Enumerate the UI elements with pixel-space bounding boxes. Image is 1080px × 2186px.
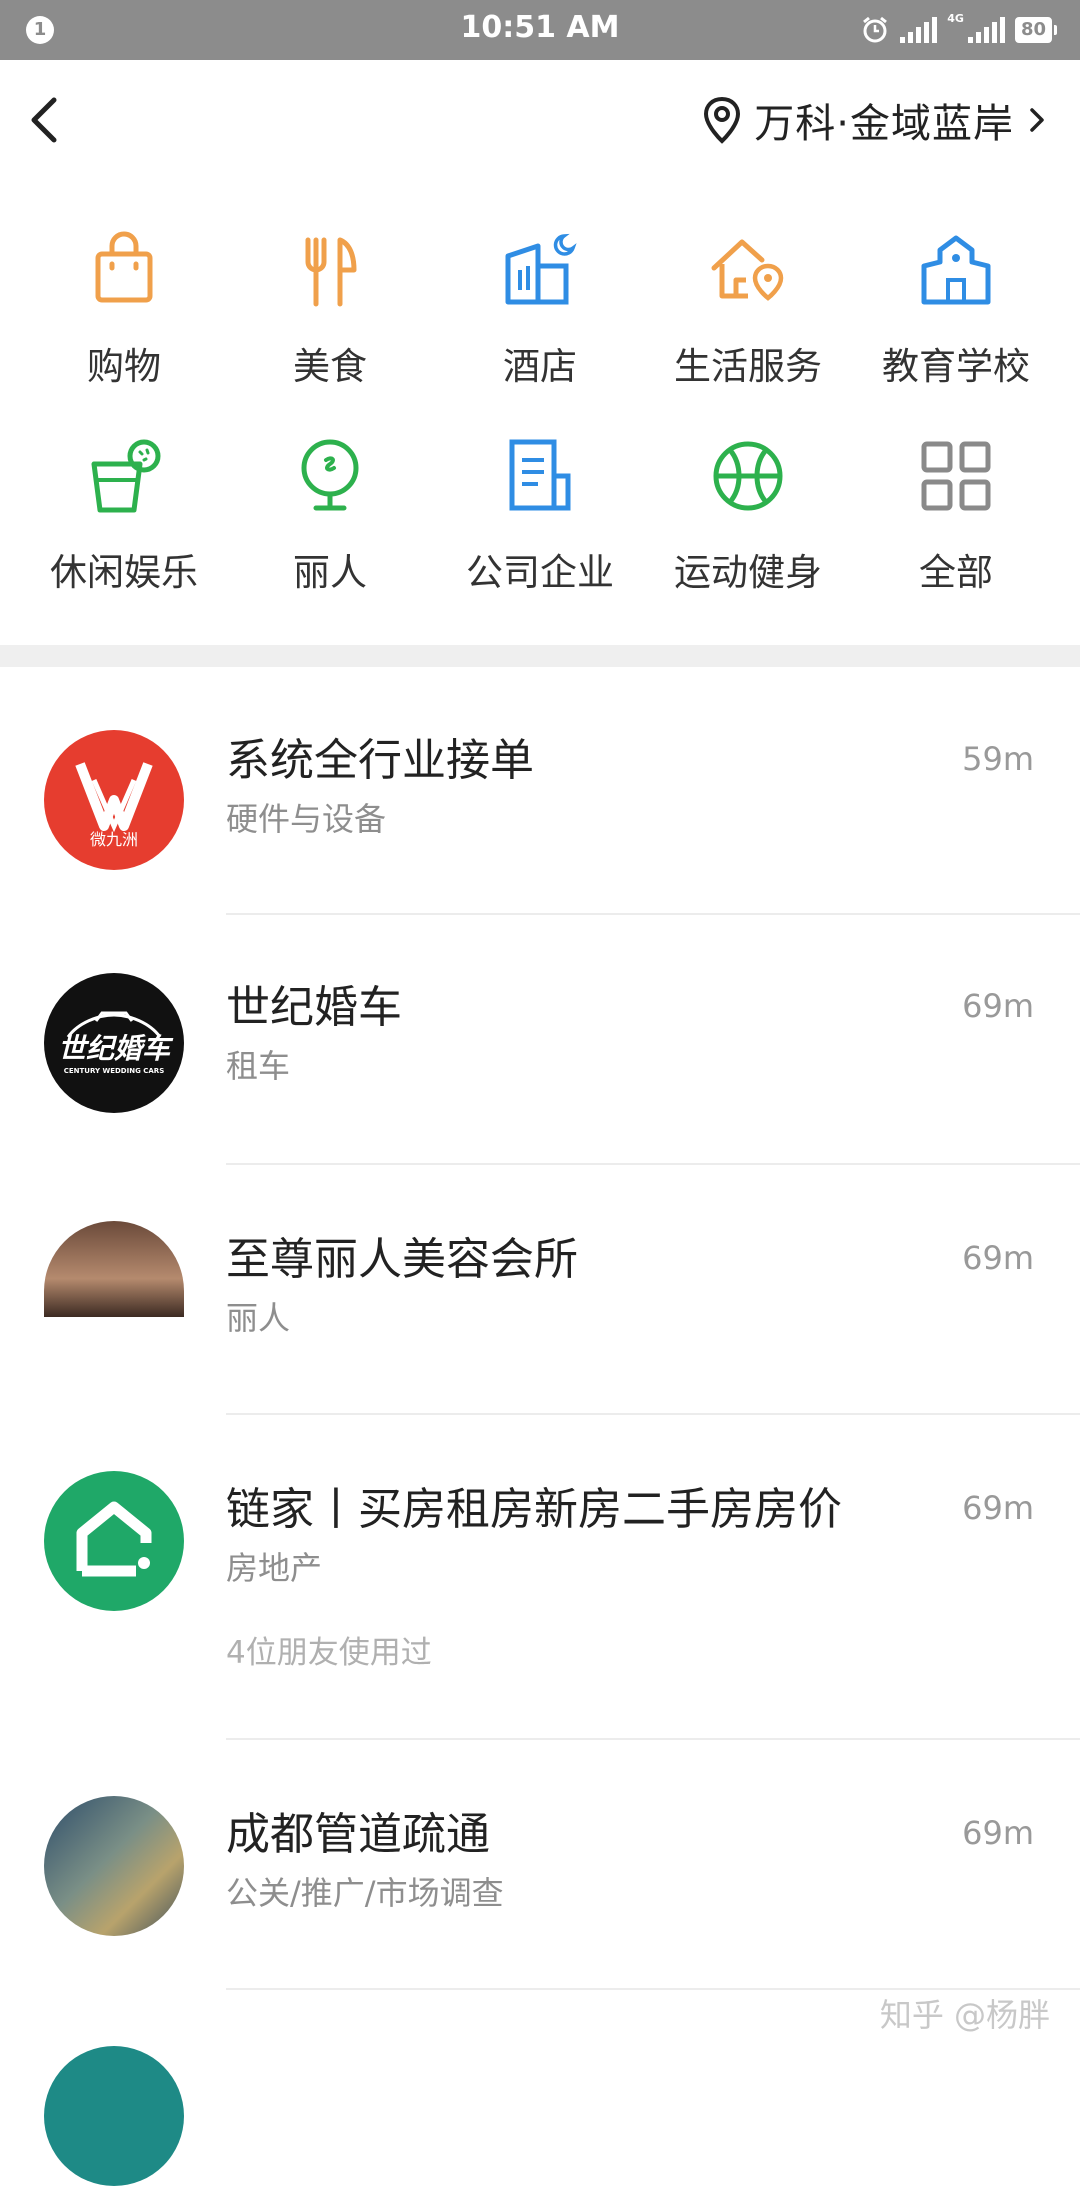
category-food[interactable]: 美食 [222, 230, 438, 390]
alarm-icon [863, 16, 888, 43]
chevron-left-icon[interactable] [20, 92, 70, 148]
place-distance: 69m [962, 1489, 1034, 1527]
list-item[interactable]: 至尊丽人美容会所 丽人 69m [0, 1165, 1080, 1415]
avatar-text: 世纪婚车 [57, 1032, 170, 1065]
place-distance: 69m [962, 987, 1034, 1025]
home-pin-icon [711, 239, 784, 301]
place-category: 租车 [226, 1047, 291, 1085]
category-label: 教育学校 [882, 345, 1030, 388]
list-item[interactable]: 世纪婚车 CENTURY WEDDING CARS 世纪婚车 租车 69m [0, 915, 1080, 1165]
avatar [44, 1221, 184, 1317]
shopping-bag-icon [95, 231, 153, 303]
category-hotel[interactable]: 酒店 [432, 230, 648, 390]
category-beauty[interactable]: 丽人 [222, 436, 438, 596]
list-item[interactable]: 成都管道疏通 公关/推广/市场调查 69m [0, 1740, 1080, 1990]
drink-icon [91, 439, 161, 513]
category-label: 全部 [919, 551, 993, 594]
category-label: 生活服务 [674, 345, 822, 388]
list-item[interactable]: 链家丨买房租房新房二手房房价 房地产 4位朋友使用过 69m [0, 1415, 1080, 1740]
status-bar: 1 10:51 AM 4G 80 [0, 0, 1080, 60]
place-title: 至尊丽人美容会所 [226, 1234, 578, 1285]
chevron-right-icon [1030, 108, 1044, 132]
avatar [44, 1796, 184, 1936]
category-label: 酒店 [503, 345, 577, 388]
place-category: 丽人 [226, 1299, 291, 1337]
place-title: 链家丨买房租房新房二手房房价 [226, 1484, 842, 1535]
category-education[interactable]: 教育学校 [848, 230, 1064, 390]
house-logo-icon [76, 1501, 152, 1577]
place-title: 世纪婚车 [226, 982, 402, 1033]
hotel-icon [505, 233, 577, 305]
location-selector[interactable]: 万科·金域蓝岸 [702, 90, 1050, 150]
building-doc-icon [509, 439, 571, 511]
map-pin-icon [704, 96, 741, 144]
category-company[interactable]: 公司企业 [432, 436, 648, 596]
header: 万科·金域蓝岸 [0, 60, 1080, 180]
battery-icon: 80 [1014, 17, 1058, 43]
category-label: 休闲娱乐 [50, 551, 198, 594]
location-name: 万科·金域蓝岸 [754, 101, 1014, 147]
place-distance: 69m [962, 1814, 1034, 1852]
category-sports[interactable]: 运动健身 [640, 436, 856, 596]
category-label: 公司企业 [466, 551, 614, 594]
category-label: 购物 [87, 345, 161, 388]
school-icon [921, 235, 991, 305]
avatar: 世纪婚车 CENTURY WEDDING CARS [44, 973, 184, 1113]
section-divider [0, 645, 1080, 667]
grid-icon [921, 441, 991, 511]
category-label: 运动健身 [674, 551, 822, 594]
place-distance: 59m [962, 740, 1034, 778]
category-life-service[interactable]: 生活服务 [640, 230, 856, 390]
fork-knife-icon [305, 237, 357, 307]
place-title: 系统全行业接单 [226, 735, 534, 786]
avatar-text: 微九洲 [89, 830, 138, 849]
avatar [44, 2046, 184, 2186]
avatar-subtext: CENTURY WEDDING CARS [63, 1067, 165, 1075]
category-all[interactable]: 全部 [848, 436, 1064, 596]
ball-icon [713, 441, 783, 511]
list-item[interactable]: 微九洲 系统全行业接单 硬件与设备 59m [0, 670, 1080, 915]
category-leisure[interactable]: 休闲娱乐 [16, 436, 232, 596]
friends-used-text: 4位朋友使用过 [226, 1635, 432, 1671]
place-category: 硬件与设备 [226, 800, 387, 838]
network-type: 4G [947, 12, 964, 25]
signal-icon [900, 17, 938, 43]
place-title: 成都管道疏通 [226, 1809, 490, 1860]
mirror-icon [301, 439, 359, 511]
category-label: 美食 [293, 345, 367, 388]
place-category: 公关/推广/市场调查 [226, 1874, 504, 1912]
place-category: 房地产 [226, 1549, 323, 1587]
category-label: 丽人 [293, 551, 367, 594]
avatar [44, 1471, 184, 1611]
category-shopping[interactable]: 购物 [16, 230, 232, 390]
avatar: 微九洲 [44, 730, 184, 870]
watermark: 知乎 @杨胖 [879, 1996, 1050, 2034]
signal-4g-icon [967, 17, 1005, 43]
place-distance: 69m [962, 1239, 1034, 1277]
